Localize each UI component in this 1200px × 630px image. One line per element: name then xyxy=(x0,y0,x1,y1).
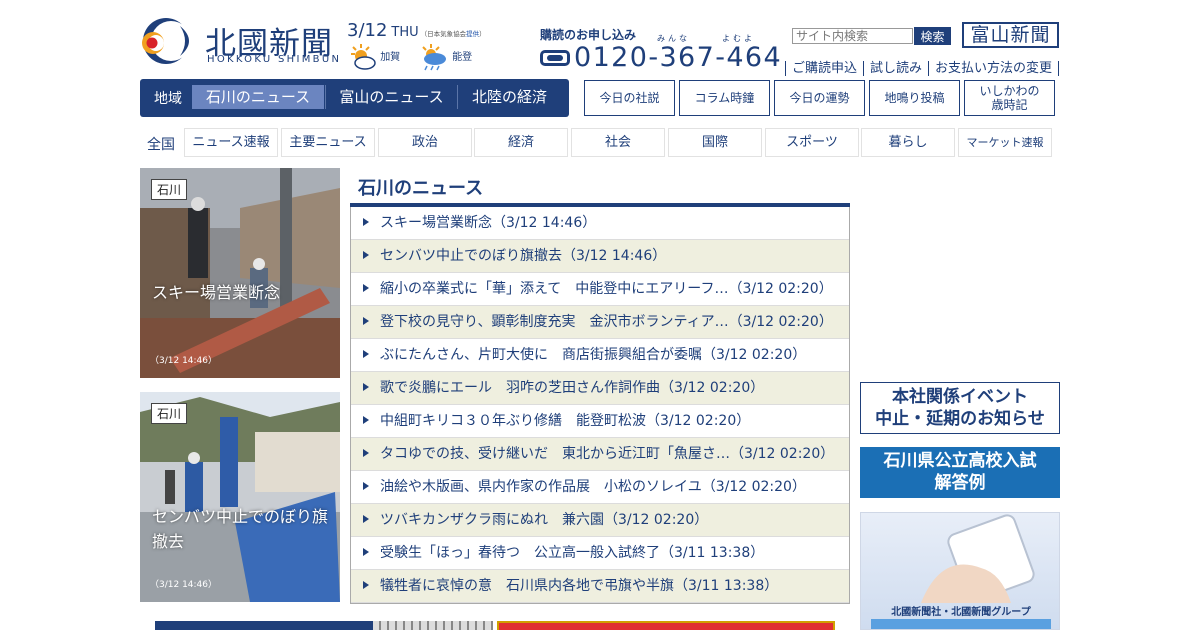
list-item[interactable]: 油絵や木版画、県内作家の作品展 小松のソレイユ（3/12 02:20） xyxy=(351,471,849,504)
list-item[interactable]: スキー場営業断念（3/12 14:46） xyxy=(351,207,849,240)
site-logo[interactable]: 北國新聞 HOKKOKU SHIMBUN xyxy=(140,16,340,66)
tab-politics[interactable]: 政治 xyxy=(378,128,472,157)
region-label: 地域 xyxy=(154,91,182,107)
column-jisho-button[interactable]: コラム時鐘 xyxy=(679,80,770,116)
weather-source-link[interactable]: 提供 xyxy=(466,30,479,38)
site-search-input[interactable] xyxy=(792,28,913,44)
reader-posts-button[interactable]: 地鳴り投稿 xyxy=(869,80,960,116)
weather-source: （日本気象協会提供） xyxy=(420,30,486,38)
list-item[interactable]: センバツ中止でのぼり旗撤去（3/12 14:46） xyxy=(351,240,849,273)
exam-banner-line2: 解答例 xyxy=(934,473,986,493)
link-subscribe[interactable]: ご購読申込 xyxy=(785,61,864,76)
subscribe-label: 購読のお申し込み xyxy=(540,28,637,42)
sun-cloud-icon xyxy=(351,44,376,70)
ad-banner-bar xyxy=(871,619,1051,629)
event-banner-line2: 中止・延期のお知らせ xyxy=(875,409,1045,429)
news-section-title: 石川のニュース xyxy=(358,178,484,199)
photo-region-badge: 石川 xyxy=(151,403,188,424)
event-banner-line1: 本社関係イベント xyxy=(892,387,1028,407)
phone-number-block[interactable]: 0120-367-464 xyxy=(540,42,783,76)
arrow-icon xyxy=(363,548,369,556)
arrow-icon xyxy=(363,581,369,589)
list-item[interactable]: 歌で炎鵬にエール 羽咋の芝田さん作詞作曲（3/12 02:20） xyxy=(351,372,849,405)
weather-kaga[interactable]: 加賀 xyxy=(347,42,400,72)
photo-story-banner[interactable]: 石川 センバツ中止でのぼり旗撤去 （3/12 14:46） xyxy=(140,392,340,602)
list-item[interactable]: ツバキカンザクラ雨にぬれ 兼六園（3/12 02:20） xyxy=(351,504,849,537)
ishikawa-calendar-button[interactable]: いしかわの 歳時記 xyxy=(964,80,1055,116)
tab-sports[interactable]: スポーツ xyxy=(765,128,859,157)
news-list: スキー場営業断念（3/12 14:46） センバツ中止でのぼり旗撤去（3/12 … xyxy=(350,207,850,604)
exam-banner-line1: 石川県公立高校入試 xyxy=(883,451,1037,471)
list-item[interactable]: ぶにたんさん、片町大使に 商店街振興組合が委嘱（3/12 02:20） xyxy=(351,339,849,372)
toyama-shimbun-logo[interactable]: 富山新聞 xyxy=(962,22,1059,48)
tab-economy[interactable]: 経済 xyxy=(474,128,568,157)
arrow-icon xyxy=(363,251,369,259)
sun-rain-icon xyxy=(422,44,446,71)
phone-number: 0120-367-464 xyxy=(574,42,783,73)
smartphone-hand-image xyxy=(921,514,1035,603)
tab-top-news[interactable]: 主要ニュース xyxy=(281,128,375,157)
list-item[interactable]: 犠牲者に哀悼の意 石川県内各地で弔旗や半旗（3/11 13:38） xyxy=(351,570,849,603)
exam-answers-banner[interactable]: 石川県公立高校入試 解答例 xyxy=(860,447,1060,498)
bottom-ad-banner-1[interactable] xyxy=(155,621,493,630)
horoscope-button[interactable]: 今日の運勢 xyxy=(774,80,865,116)
tab-lifestyle[interactable]: 暮らし xyxy=(861,128,955,157)
arrow-icon xyxy=(363,449,369,457)
arrow-icon xyxy=(363,515,369,523)
editorial-button[interactable]: 今日の社説 xyxy=(584,80,675,116)
region-nav: 地域 石川のニュース 富山のニュース 北陸の経済 xyxy=(140,79,569,117)
tab-international[interactable]: 国際 xyxy=(668,128,762,157)
photo-timestamp: （3/12 14:46） xyxy=(150,580,218,590)
photo-region-badge: 石川 xyxy=(151,179,188,200)
subscription-links: ご購読申込 試し読み お支払い方法の変更 xyxy=(785,57,1060,76)
weather-noto[interactable]: 能登 xyxy=(417,42,472,72)
logo-subtitle: HOKKOKU SHIMBUN xyxy=(207,54,342,65)
arrow-icon xyxy=(363,350,369,358)
ad-banner-text: 北國新聞社・北國新聞グループ xyxy=(891,607,1031,618)
search-button[interactable]: 検索 xyxy=(914,27,951,45)
category-all-japan[interactable]: 全国 xyxy=(147,134,175,154)
tab-breaking-news[interactable]: ニュース速報 xyxy=(184,128,278,157)
hokkoku-emblem-icon xyxy=(142,18,191,64)
arrow-icon xyxy=(363,284,369,292)
group-ad-banner[interactable]: 北國新聞社・北國新聞グループ xyxy=(860,512,1060,630)
link-trial[interactable]: 試し読み xyxy=(863,61,929,76)
list-item[interactable]: 中組町キリコ３０年ぶり修繕 能登町松波（3/12 02:20） xyxy=(351,405,849,438)
arrow-icon xyxy=(363,317,369,325)
tab-hokuriku-economy[interactable]: 北陸の経済 xyxy=(457,85,561,109)
photo-story-ski[interactable]: 石川 スキー場営業断念 （3/12 14:46） xyxy=(140,168,340,378)
today-weekday: THU xyxy=(391,25,419,40)
link-payment-change[interactable]: お支払い方法の変更 xyxy=(928,61,1060,76)
arrow-icon xyxy=(363,416,369,424)
date-weather-block: 3/12 THU （日本気象協会提供） xyxy=(347,20,497,41)
arrow-icon xyxy=(363,482,369,490)
weather-place-noto: 能登 xyxy=(452,52,473,63)
photo-timestamp: （3/12 14:46） xyxy=(150,356,218,366)
event-notice-banner[interactable]: 本社関係イベント 中止・延期のお知らせ xyxy=(860,382,1060,434)
arrow-icon xyxy=(363,218,369,226)
list-item[interactable]: 受験生「ほっ」春待つ 公立高一般入試終了（3/11 13:38） xyxy=(351,537,849,570)
arrow-icon xyxy=(363,383,369,391)
today-date: 3/12 xyxy=(347,20,388,41)
tab-ishikawa-news[interactable]: 石川のニュース xyxy=(192,85,324,109)
tab-society[interactable]: 社会 xyxy=(571,128,665,157)
weather-place-kaga: 加賀 xyxy=(380,52,401,63)
tab-toyama-news[interactable]: 富山のニュース xyxy=(325,85,457,109)
list-item[interactable]: タコゆでの技、受け継いだ 東北から近江町「魚屋さ…（3/12 02:20） xyxy=(351,438,849,471)
list-item[interactable]: 登下校の見守り、顕彰制度充実 金沢市ボランティア…（3/12 02:20） xyxy=(351,306,849,339)
bottom-ad-banner-2[interactable] xyxy=(497,621,835,630)
free-dial-icon xyxy=(540,50,570,66)
list-item[interactable]: 縮小の卒業式に「華」添えて 中能登中にエアリーフ…（3/12 02:20） xyxy=(351,273,849,306)
photo-caption: センバツ中止でのぼり旗撤去 xyxy=(152,507,329,551)
tab-market-news[interactable]: マーケット速報 xyxy=(958,128,1052,157)
photo-caption: スキー場営業断念 xyxy=(152,283,281,302)
